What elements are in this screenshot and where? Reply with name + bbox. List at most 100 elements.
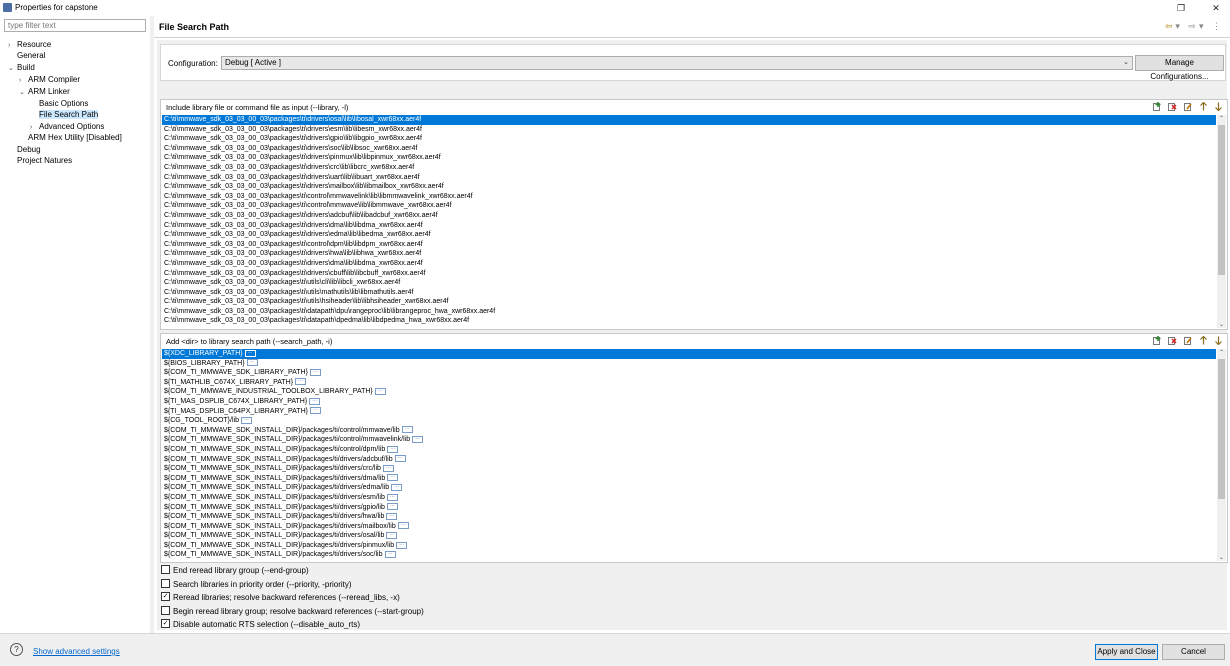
variable-browse-icon[interactable]: ··· [387, 445, 399, 453]
search-path-item[interactable]: ${COM_TI_MMWAVE_SDK_INSTALL_DIR}/package… [162, 464, 1216, 474]
add-icon[interactable] [1153, 102, 1162, 111]
library-list-scrollbar[interactable]: ⌃ ⌄ [1217, 115, 1226, 328]
chevron-right-icon[interactable]: › [8, 41, 17, 51]
variable-browse-icon[interactable]: ··· [295, 378, 307, 386]
apply-and-close-button[interactable]: Apply and Close [1095, 644, 1158, 660]
tree-item[interactable]: ARM Hex Utility [Disabled] [19, 133, 122, 143]
scroll-up-icon[interactable]: ⌃ [1217, 349, 1226, 356]
unchecked-checkbox-icon[interactable] [161, 579, 170, 589]
variable-browse-icon[interactable]: ··· [386, 493, 398, 501]
delete-icon[interactable] [1168, 336, 1177, 345]
variable-browse-icon[interactable]: ··· [386, 512, 398, 520]
tree-item[interactable]: › Advanced Options [30, 122, 104, 132]
unchecked-checkbox-icon[interactable] [161, 606, 170, 616]
library-file-item[interactable]: C:\ti\mmwave_sdk_03_03_00_03\packages\ti… [162, 221, 1216, 231]
search-path-item[interactable]: ${COM_TI_MMWAVE_SDK_INSTALL_DIR}/package… [162, 474, 1216, 484]
search-path-item[interactable]: ${COM_TI_MMWAVE_SDK_INSTALL_DIR}/package… [162, 522, 1216, 532]
show-advanced-settings-link[interactable]: Show advanced settings [33, 647, 120, 656]
library-file-item[interactable]: C:\ti\mmwave_sdk_03_03_00_03\packages\ti… [162, 125, 1216, 135]
scroll-down-icon[interactable]: ⌄ [1217, 321, 1226, 328]
search-path-item[interactable]: ${COM_TI_MMWAVE_SDK_LIBRARY_PATH} ··· [162, 368, 1216, 378]
chevron-down-icon[interactable]: ⌄ [8, 64, 17, 74]
unchecked-checkbox-icon[interactable] [161, 565, 170, 575]
tree-item[interactable]: › ARM Compiler [19, 75, 80, 85]
move-up-icon[interactable] [1199, 335, 1208, 345]
tree-item[interactable]: General [8, 51, 45, 61]
search-path-item[interactable]: ${TI_MATHLIB_C674X_LIBRARY_PATH} ··· [162, 378, 1216, 388]
chevron-down-icon[interactable]: ▾ [1199, 21, 1207, 31]
scrollbar-thumb[interactable] [1218, 125, 1225, 275]
search-path-item[interactable]: ${TI_MAS_DSPLIB_C674X_LIBRARY_PATH} ··· [162, 397, 1216, 407]
library-file-item[interactable]: C:\ti\mmwave_sdk_03_03_00_03\packages\ti… [162, 230, 1216, 240]
variable-browse-icon[interactable]: ··· [397, 522, 409, 530]
library-file-item[interactable]: C:\ti\mmwave_sdk_03_03_00_03\packages\ti… [162, 307, 1216, 317]
variable-browse-icon[interactable]: ··· [387, 474, 399, 482]
chevron-right-icon[interactable]: › [30, 123, 39, 133]
configuration-select[interactable]: Debug [ Active ] ⌄ [221, 56, 1133, 70]
variable-browse-icon[interactable]: ··· [394, 455, 406, 463]
scroll-up-icon[interactable]: ⌃ [1217, 115, 1226, 122]
search-path-item[interactable]: ${COM_TI_MMWAVE_SDK_INSTALL_DIR}/package… [162, 483, 1216, 493]
search-path-item[interactable]: ${COM_TI_MMWAVE_INDUSTRIAL_TOOLBOX_LIBRA… [162, 387, 1216, 397]
scroll-down-icon[interactable]: ⌄ [1217, 554, 1226, 561]
variable-browse-icon[interactable]: ··· [386, 531, 398, 539]
search-path-item[interactable]: ${BIOS_LIBRARY_PATH} ··· [162, 359, 1216, 369]
variable-browse-icon[interactable]: ··· [412, 436, 424, 443]
library-file-list[interactable]: C:\ti\mmwave_sdk_03_03_00_03\packages\ti… [162, 115, 1216, 328]
library-file-item[interactable]: C:\ti\mmwave_sdk_03_03_00_03\packages\ti… [162, 249, 1216, 259]
tree-item[interactable]: ⌄ ARM Linker [19, 87, 70, 97]
search-path-item[interactable]: ${COM_TI_MMWAVE_SDK_INSTALL_DIR}/package… [162, 512, 1216, 522]
search-path-list[interactable]: ${XDC_LIBRARY_PATH} ··· ${BIOS_LIBRARY_PAT… [162, 349, 1216, 561]
option-checkbox[interactable]: Begin reread library group; resolve back… [161, 606, 424, 617]
search-path-item[interactable]: ${COM_TI_MMWAVE_SDK_INSTALL_DIR}/package… [162, 445, 1216, 455]
move-up-icon[interactable] [1199, 101, 1208, 111]
view-menu-icon[interactable]: ⋮ [1212, 21, 1224, 31]
tree-item[interactable]: Debug [8, 145, 41, 155]
library-file-item[interactable]: C:\ti\mmwave_sdk_03_03_00_03\packages\ti… [162, 201, 1216, 211]
search-path-item[interactable]: ${CG_TOOL_ROOT}/lib ··· [162, 416, 1216, 426]
library-file-item[interactable]: C:\ti\mmwave_sdk_03_03_00_03\packages\ti… [162, 144, 1216, 154]
search-path-item[interactable]: ${COM_TI_MMWAVE_SDK_INSTALL_DIR}/package… [162, 435, 1216, 445]
forward-arrow-icon[interactable]: ⇨ [1188, 21, 1199, 31]
close-icon[interactable]: ✕ [1205, 0, 1227, 16]
manage-configurations-button[interactable]: Manage Configurations... [1135, 55, 1224, 81]
tree-item[interactable]: › Resource [8, 40, 51, 50]
library-file-item[interactable]: C:\ti\mmwave_sdk_03_03_00_03\packages\ti… [162, 153, 1216, 163]
option-checkbox[interactable]: ✓ Reread libraries; resolve backward refe… [161, 592, 400, 603]
search-path-item[interactable]: ${COM_TI_MMWAVE_SDK_INSTALL_DIR}/package… [162, 503, 1216, 513]
scrollbar-thumb[interactable] [1218, 359, 1225, 499]
delete-icon[interactable] [1168, 102, 1177, 111]
search-list-scrollbar[interactable]: ⌃ ⌄ [1217, 349, 1226, 561]
option-checkbox[interactable]: Search libraries in priority order (--pr… [161, 579, 352, 590]
search-path-item[interactable]: ${COM_TI_MMWAVE_SDK_INSTALL_DIR}/package… [162, 550, 1216, 560]
chevron-right-icon[interactable]: › [19, 76, 28, 86]
cancel-button[interactable]: Cancel [1162, 644, 1225, 660]
filter-input[interactable]: type filter text [4, 19, 146, 32]
move-down-icon[interactable] [1214, 336, 1223, 346]
library-file-item[interactable]: C:\ti\mmwave_sdk_03_03_00_03\packages\ti… [162, 134, 1216, 144]
search-path-item[interactable]: ${COM_TI_MMWAVE_SDK_INSTALL_DIR}/package… [162, 426, 1216, 436]
library-file-item[interactable]: C:\ti\mmwave_sdk_03_03_00_03\packages\ti… [162, 297, 1216, 307]
edit-icon[interactable] [1183, 336, 1193, 345]
tree-item[interactable]: Basic Options [30, 99, 88, 109]
variable-browse-icon[interactable]: ··· [382, 464, 394, 472]
chevron-down-icon[interactable]: ▾ [1175, 21, 1183, 31]
variable-browse-icon[interactable]: ··· [246, 359, 258, 367]
edit-icon[interactable] [1183, 102, 1193, 111]
variable-browse-icon[interactable]: ··· [386, 503, 398, 511]
library-file-item[interactable]: C:\ti\mmwave_sdk_03_03_00_03\packages\ti… [162, 316, 1216, 326]
library-file-item[interactable]: C:\ti\mmwave_sdk_03_03_00_03\packages\ti… [162, 163, 1216, 173]
move-down-icon[interactable] [1214, 102, 1223, 112]
variable-browse-icon[interactable]: ··· [309, 397, 321, 405]
tree-item[interactable]: File Search Path [30, 110, 99, 120]
add-icon[interactable] [1153, 336, 1162, 345]
variable-browse-icon[interactable]: ··· [391, 483, 403, 491]
tree-item[interactable]: ⌄ Build [8, 63, 35, 73]
variable-browse-icon[interactable]: ··· [240, 416, 252, 424]
option-checkbox[interactable]: End reread library group (--end-group) [161, 565, 309, 576]
search-path-item[interactable]: ${COM_TI_MMWAVE_SDK_INSTALL_DIR}/package… [162, 455, 1216, 465]
library-file-item[interactable]: C:\ti\mmwave_sdk_03_03_00_03\packages\ti… [162, 278, 1216, 288]
variable-browse-icon[interactable]: ··· [384, 551, 396, 559]
variable-browse-icon[interactable]: ··· [309, 407, 321, 415]
variable-browse-icon[interactable]: ··· [396, 541, 408, 549]
